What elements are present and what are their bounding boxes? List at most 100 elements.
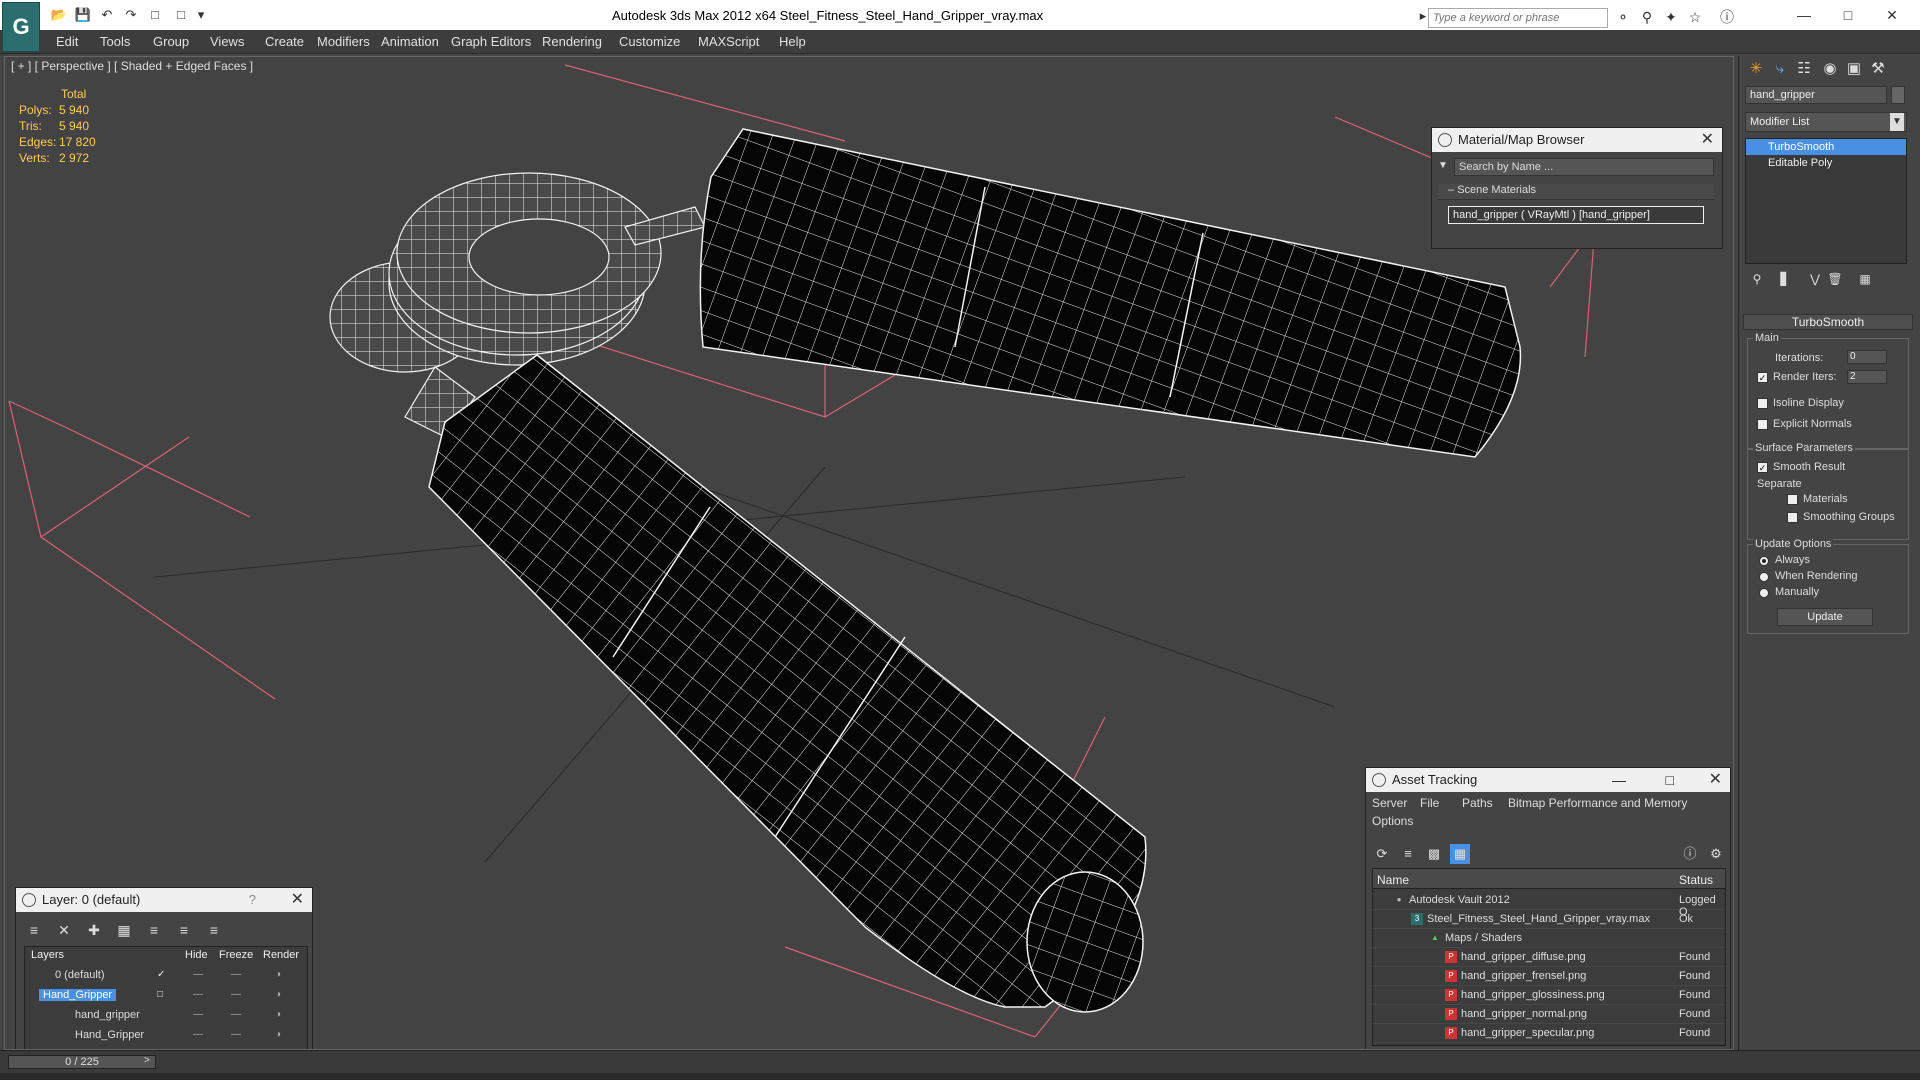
chevron-down-icon[interactable]: ▼ <box>1890 113 1904 131</box>
configure-sets-icon[interactable]: ▦ <box>1857 272 1873 288</box>
hide-toggle[interactable]: — <box>193 989 203 1000</box>
menu-bitmap-performance[interactable]: Bitmap Performance and Memory <box>1508 796 1687 810</box>
isoline-display-checkbox[interactable] <box>1757 398 1768 409</box>
menu-options[interactable]: Options <box>1372 814 1413 828</box>
open-icon[interactable]: 📂 <box>50 7 68 23</box>
freeze-toggle[interactable]: — <box>231 1029 241 1040</box>
layer-row[interactable]: Hand_Gripper □ — — ◑ <box>25 987 307 1005</box>
help-icon[interactable]: ⓘ <box>1718 8 1736 26</box>
close-icon[interactable]: ✕ <box>1701 128 1714 152</box>
redo-icon[interactable]: ↷ <box>122 7 140 23</box>
pin-icon[interactable]: ⚲ <box>1749 272 1765 288</box>
freeze-toggle[interactable]: — <box>231 1009 241 1020</box>
select-icon[interactable]: ▦ <box>114 920 134 940</box>
asset-row[interactable]: 3 Steel_Fitness_Steel_Hand_Gripper_vray.… <box>1373 910 1725 929</box>
material-browser-title-bar[interactable]: Material/Map Browser ✕ <box>1432 128 1722 152</box>
stack-item-editable-poly[interactable]: Editable Poly <box>1746 155 1906 171</box>
save-icon[interactable]: 💾 <box>74 7 92 23</box>
freeze-all-icon[interactable]: ≡ <box>204 920 224 940</box>
manually-radio[interactable] <box>1759 588 1769 598</box>
utilities-tab-icon[interactable]: ⚒ <box>1867 58 1889 80</box>
check-icon[interactable]: ✓ <box>157 969 165 980</box>
menu-rendering[interactable]: Rendering <box>542 34 602 49</box>
menu-modifiers[interactable]: Modifiers <box>317 34 370 49</box>
freeze-toggle[interactable]: — <box>231 969 241 980</box>
satellite-icon[interactable]: ✦ <box>1662 8 1680 26</box>
perspective-viewport[interactable]: [ + ] [ Perspective ] [ Shaded + Edged F… <box>4 56 1734 1050</box>
viewport-label[interactable]: [ + ] [ Perspective ] [ Shaded + Edged F… <box>11 59 253 73</box>
menu-edit[interactable]: Edit <box>56 34 78 49</box>
maximize-button[interactable]: □ <box>1828 4 1868 26</box>
create-tab-icon[interactable]: ✳ <box>1745 58 1767 80</box>
col-render[interactable]: Render <box>263 949 299 961</box>
hide-all-icon[interactable]: ≡ <box>174 920 194 940</box>
asset-row[interactable]: P hand_gripper_frensel.png Found <box>1373 967 1725 986</box>
thumbnail-icon[interactable]: ▩ <box>1424 844 1444 864</box>
maximize-button[interactable]: □ <box>1666 768 1674 792</box>
menu-graph-editors[interactable]: Graph Editors <box>451 34 531 49</box>
hide-toggle[interactable]: — <box>193 969 203 980</box>
asset-row[interactable]: ▲ Maps / Shaders <box>1373 929 1725 948</box>
hide-toggle[interactable]: — <box>193 1029 203 1040</box>
menu-customize[interactable]: Customize <box>619 34 680 49</box>
add-icon[interactable]: ✚ <box>84 920 104 940</box>
freeze-toggle[interactable]: — <box>231 989 241 1000</box>
highlight-icon[interactable]: ≡ <box>144 920 164 940</box>
asset-row[interactable]: P hand_gripper_diffuse.png Found <box>1373 948 1725 967</box>
iterations-spinner[interactable]: 0 <box>1847 350 1887 364</box>
show-end-result-icon[interactable]: ▋ <box>1777 272 1793 288</box>
time-slider[interactable]: 0 / 225 <box>8 1055 156 1069</box>
close-icon[interactable]: ✕ <box>1709 768 1722 792</box>
material-item[interactable]: hand_gripper ( VRayMtl ) [hand_gripper] <box>1448 206 1704 224</box>
layer-row[interactable]: hand_gripper — — ◑ <box>25 1007 307 1025</box>
layer-stack-icon[interactable]: ≡ <box>24 920 44 940</box>
active-layer-box[interactable]: □ <box>157 989 163 1000</box>
menu-tools[interactable]: Tools <box>100 34 130 49</box>
col-name[interactable]: Name <box>1377 873 1409 887</box>
minimize-button[interactable]: — <box>1612 768 1626 792</box>
menu-file[interactable]: File <box>1420 796 1439 810</box>
minimize-button[interactable]: — <box>1784 4 1824 26</box>
hold-icon[interactable]: □ <box>146 7 164 23</box>
stack-item-turbosmooth[interactable]: TurboSmooth <box>1746 139 1906 155</box>
smoothing-groups-checkbox[interactable] <box>1787 512 1798 523</box>
asset-row[interactable]: P hand_gripper_normal.png Found <box>1373 1005 1725 1024</box>
layer-row[interactable]: Hand_Gripper — — ◑ <box>25 1027 307 1045</box>
help-icon[interactable]: ⓘ <box>1680 844 1700 864</box>
delete-icon[interactable]: ✕ <box>54 920 74 940</box>
update-button[interactable]: Update <box>1777 608 1873 626</box>
menu-help[interactable]: Help <box>779 34 806 49</box>
object-color-swatch[interactable] <box>1891 86 1905 104</box>
modify-tab-icon[interactable]: ⤷ <box>1769 58 1791 80</box>
modifier-list-dropdown[interactable]: Modifier List ▼ <box>1745 112 1907 132</box>
menu-server[interactable]: Server <box>1372 796 1407 810</box>
menu-paths[interactable]: Paths <box>1462 796 1493 810</box>
scene-materials-section[interactable]: – Scene Materials <box>1438 184 1714 200</box>
hierarchy-tab-icon[interactable]: ☷ <box>1793 58 1815 80</box>
remove-modifier-icon[interactable]: 🗑 <box>1827 272 1843 288</box>
make-unique-icon[interactable]: ⋁ <box>1807 272 1823 288</box>
track-bar[interactable] <box>0 1073 1920 1080</box>
list-icon[interactable]: ≡ <box>1398 844 1418 864</box>
menu-group[interactable]: Group <box>153 34 189 49</box>
menu-views[interactable]: Views <box>210 34 244 49</box>
col-layers[interactable]: Layers <box>31 949 64 961</box>
render-iters-spinner[interactable]: 2 <box>1847 370 1887 384</box>
settings-icon[interactable]: ⚙ <box>1706 844 1726 864</box>
layer-title-bar[interactable]: Layer: 0 (default) ? ✕ <box>16 888 312 912</box>
search-input[interactable] <box>1428 8 1608 28</box>
smooth-result-checkbox[interactable]: ✓ <box>1757 462 1768 473</box>
col-hide[interactable]: Hide <box>185 949 208 961</box>
project-icon[interactable]: □ <box>172 7 190 23</box>
star-icon[interactable]: ☆ <box>1686 8 1704 26</box>
hide-toggle[interactable]: — <box>193 1009 203 1020</box>
table-icon[interactable]: ▦ <box>1450 844 1470 864</box>
col-status[interactable]: Status <box>1679 873 1713 887</box>
render-toggle[interactable]: ◑ <box>275 1009 281 1020</box>
material-search-input[interactable]: Search by Name ... <box>1454 158 1714 176</box>
display-tab-icon[interactable]: ▣ <box>1843 58 1865 80</box>
help-icon[interactable]: ? <box>249 888 256 912</box>
next-frame-icon[interactable]: > <box>144 1055 150 1066</box>
filter-icon[interactable]: ▼ <box>1438 160 1448 171</box>
when-rendering-radio[interactable] <box>1759 572 1769 582</box>
